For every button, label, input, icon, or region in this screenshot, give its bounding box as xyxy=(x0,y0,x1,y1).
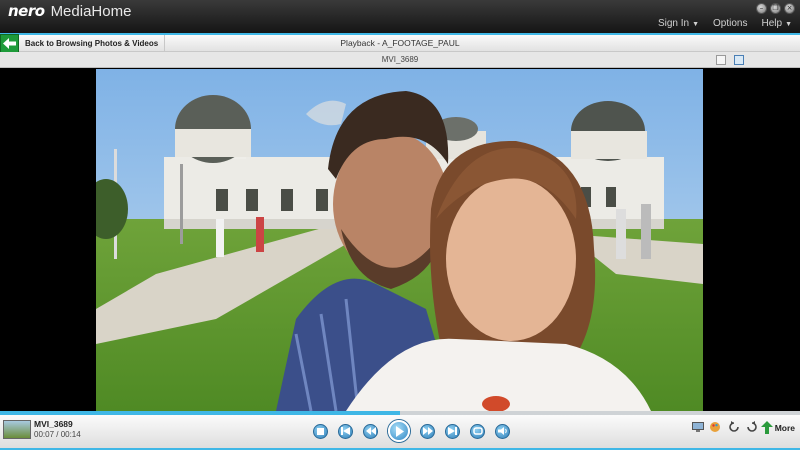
rotate-left-icon[interactable] xyxy=(728,421,740,433)
rewind-icon xyxy=(365,427,376,435)
skip-forward-icon xyxy=(448,427,457,435)
back-label: Back to Browsing Photos & Videos xyxy=(19,35,166,52)
next-button[interactable] xyxy=(445,423,460,439)
tool-buttons xyxy=(692,421,758,433)
restore-button[interactable]: ❐ xyxy=(770,3,781,14)
fit-view-icon[interactable] xyxy=(734,55,744,65)
stop-icon xyxy=(317,427,324,435)
single-view-icon[interactable] xyxy=(716,55,726,65)
skip-back-icon xyxy=(341,427,350,435)
window-controls: – ❐ × xyxy=(756,3,795,14)
repeat-icon xyxy=(472,427,483,435)
help-menu[interactable]: Help ▼ xyxy=(761,18,792,29)
repeat-button[interactable] xyxy=(470,423,485,439)
fast-forward-button[interactable] xyxy=(420,423,435,439)
clip-name: MVI_3689 xyxy=(34,419,73,429)
close-button[interactable]: × xyxy=(784,3,795,14)
options-menu[interactable]: Options xyxy=(713,18,747,29)
video-frame xyxy=(96,69,703,411)
title-bar: nero MediaHome – ❐ × Sign In ▼ Options He… xyxy=(0,0,800,33)
volume-icon xyxy=(497,427,507,435)
nav-bar: Playback - A_FOOTAGE_PAUL Back to Browsi… xyxy=(0,34,800,53)
app-name: MediaHome xyxy=(50,3,132,20)
back-arrow-icon xyxy=(0,34,19,53)
top-menu: Sign In ▼ Options Help ▼ xyxy=(658,18,792,29)
sign-in-label: Sign In xyxy=(657,18,690,29)
play-button[interactable] xyxy=(388,420,410,442)
play-icon xyxy=(395,425,404,437)
rewind-button[interactable] xyxy=(363,423,378,439)
volume-button[interactable] xyxy=(495,423,510,439)
more-button[interactable]: More xyxy=(760,421,795,434)
help-label: Help xyxy=(761,18,783,29)
media-title-bar: MVI_3689 xyxy=(0,52,800,68)
caret-down-icon: ▼ xyxy=(785,21,792,28)
back-button[interactable]: Back to Browsing Photos & Videos xyxy=(0,34,166,53)
screen-icon[interactable] xyxy=(692,421,704,433)
transport-controls xyxy=(313,420,510,442)
nero-logo: nero xyxy=(8,2,45,20)
more-label: More xyxy=(774,422,795,433)
app-logo: nero MediaHome xyxy=(8,2,131,20)
options-label: Options xyxy=(713,18,748,29)
minimize-button[interactable]: – xyxy=(756,3,767,14)
stop-button[interactable] xyxy=(313,423,328,439)
paint-icon[interactable] xyxy=(710,421,722,433)
previous-button[interactable] xyxy=(338,423,353,439)
sign-in-menu[interactable]: Sign In ▼ xyxy=(658,18,699,29)
view-buttons xyxy=(716,55,744,65)
rotate-right-icon[interactable] xyxy=(746,421,758,433)
caret-down-icon: ▼ xyxy=(692,21,700,28)
clip-time: 00:07 / 00:14 xyxy=(34,430,81,439)
media-title: MVI_3689 xyxy=(381,55,419,64)
clip-thumbnail xyxy=(3,420,31,439)
playback-controls-bar: MVI_3689 00:07 / 00:14 More xyxy=(0,415,800,450)
fast-forward-icon xyxy=(422,427,433,435)
video-stage[interactable] xyxy=(0,69,800,411)
up-arrow-icon xyxy=(760,421,773,434)
